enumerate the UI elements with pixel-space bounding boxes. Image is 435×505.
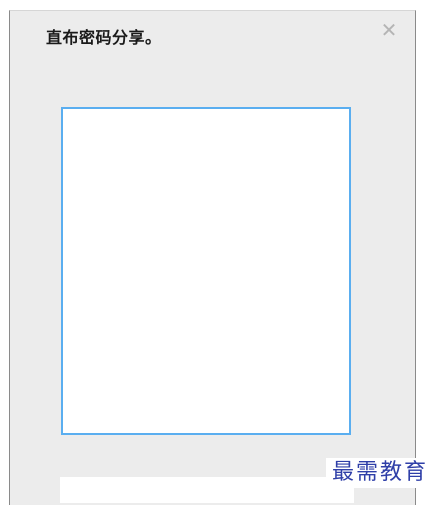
watermark-logo: 最需教育 <box>325 458 430 488</box>
qr-code-area <box>61 107 351 435</box>
share-link-field[interactable] <box>60 477 354 503</box>
share-password-dialog: 直布密码分享。 ✕ <box>9 10 416 505</box>
close-icon[interactable]: ✕ <box>379 20 399 40</box>
dialog-title: 直布密码分享。 <box>46 28 162 47</box>
